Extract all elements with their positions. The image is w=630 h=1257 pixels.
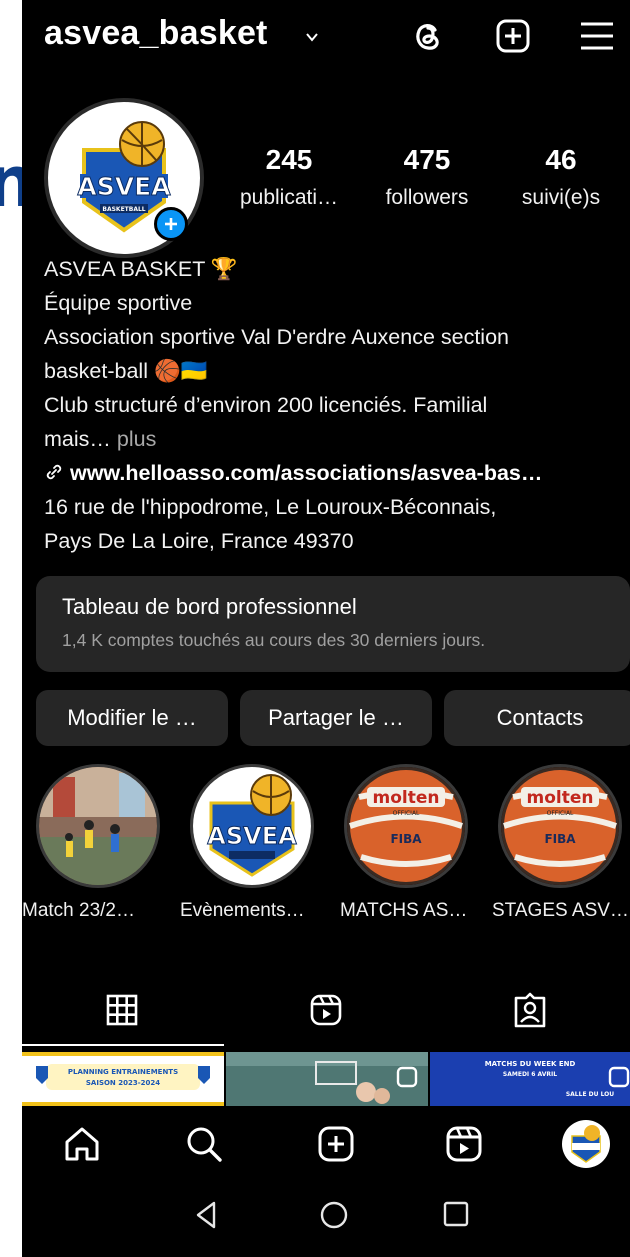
system-navigation-bar [22,1180,630,1257]
share-profile-button[interactable]: Partager le … [240,690,432,746]
background-letter: n [0,142,22,222]
profile-bio: ASVEA BASKET 🏆 Équipe sportive Associati… [44,252,624,558]
stat-posts[interactable]: 245 publicati… [230,143,348,213]
professional-dashboard[interactable]: Tableau de bord professionnel 1,4 K comp… [36,576,630,672]
link-icon [46,464,62,480]
ball-fiba: FIBA [390,832,422,846]
back-icon[interactable] [194,1200,218,1230]
followers-label: followers [385,186,469,209]
dashboard-subtitle: 1,4 K comptes touchés au cours des 30 de… [62,630,486,650]
threads-icon[interactable] [408,16,448,56]
profile-avatar[interactable] [562,1120,610,1168]
ball-official: OFFICIAL [547,810,574,817]
highlight-match[interactable] [36,764,160,888]
more-link[interactable]: plus [111,427,156,451]
profile-category: Équipe sportive [44,291,193,315]
bio-link-row[interactable]: www.helloasso.com/associations/asvea-bas… [44,456,624,490]
ball-brand: molten [373,788,440,808]
address-line: Pays De La Loire, France 49370 [44,529,354,553]
grid-post[interactable]: MATCHS DU WEEK END SAMEDI 6 AVRIL SALLE … [430,1052,630,1106]
highlight-label: MATCHS AS… [340,900,468,921]
stat-following[interactable]: 46 suivi(e)s [506,143,616,213]
basketball-image: molten OFFICIAL FIBA [501,767,619,885]
post-thumbnail [226,1052,428,1106]
website-link[interactable]: www.helloasso.com/associations/asvea-bas… [70,461,542,485]
post-text: PLANNING ENTRAINEMENTS [68,1068,178,1076]
home-icon[interactable] [60,1122,104,1166]
ball-fiba: FIBA [544,832,576,846]
grid-post[interactable]: PLANNING ENTRAINEMENTS SAISON 2023-2024 [22,1052,224,1106]
reels-icon[interactable] [442,1122,486,1166]
chevron-down-icon[interactable] [305,30,319,44]
logo-subtext: BASKETBALL [102,206,145,213]
grid-icon[interactable] [102,990,142,1030]
highlight-label: STAGES ASV… [492,900,629,921]
account-switcher[interactable]: asvea_basket [44,14,268,53]
asvea-logo: ASVEA [193,767,311,885]
bio-line: Club structuré d’environ 200 licenciés. … [44,393,488,417]
bio-line: Association sportive Val D'erdre Auxence… [44,325,510,349]
dashboard-title: Tableau de bord professionnel [62,594,357,619]
recents-icon[interactable] [442,1200,470,1228]
add-post-icon[interactable] [493,16,533,56]
highlight-label: Evènements… [180,900,305,921]
post-text: SALLE DU LOU [566,1091,614,1098]
create-icon[interactable] [314,1122,358,1166]
posts-count: 245 [265,144,313,175]
ball-brand: molten [527,788,594,808]
post-text: MATCHS DU WEEK END [485,1060,576,1068]
posts-label: publicati… [239,186,339,209]
contacts-button[interactable]: Contacts [444,690,630,746]
add-story-icon[interactable] [154,207,188,241]
bio-line: mais… [44,427,111,451]
logo-text: ASVEA [207,822,297,850]
match-photo [39,767,157,885]
highlight-stages[interactable]: molten OFFICIAL FIBA [498,764,622,888]
bio-line: basket-ball 🏀🇺🇦 [44,359,208,383]
followers-count: 475 [403,144,451,175]
bio-line-truncated: mais… plus [44,422,624,456]
home-circle-icon[interactable] [319,1200,349,1230]
following-label: suivi(e)s [521,186,601,209]
menu-icon[interactable] [577,16,617,56]
grid-post[interactable] [226,1052,428,1106]
highlight-events[interactable]: ASVEA [190,764,314,888]
profile-name: ASVEA BASKET 🏆 [44,257,238,281]
ball-official: OFFICIAL [393,810,420,817]
asvea-logo [571,1125,601,1163]
post-thumbnail: PLANNING ENTRAINEMENTS SAISON 2023-2024 [22,1052,224,1106]
highlight-label: Match 23/2… [22,900,135,921]
search-icon[interactable] [182,1122,226,1166]
address-line: 16 rue de l'hippodrome, Le Louroux-Bécon… [44,495,497,519]
post-thumbnail: MATCHS DU WEEK END SAMEDI 6 AVRIL SALLE … [430,1052,630,1106]
reels-icon[interactable] [306,990,346,1030]
logo-text: ASVEA [77,172,171,201]
stat-followers[interactable]: 475 followers [372,143,482,213]
active-tab-indicator [22,1044,224,1046]
basketball-image: molten OFFICIAL FIBA [347,767,465,885]
phone-screen: asvea_basket ASVEA BASKETBALL 245 public… [22,0,630,1257]
post-text: SAMEDI 6 AVRIL [503,1071,557,1078]
highlight-matchs[interactable]: molten OFFICIAL FIBA [344,764,468,888]
bottom-navigation [22,1106,630,1180]
top-bar: asvea_basket [22,0,630,80]
following-count: 46 [545,144,577,175]
post-text: SAISON 2023-2024 [86,1079,160,1087]
tagged-icon[interactable] [510,990,550,1030]
edit-profile-button[interactable]: Modifier le … [36,690,228,746]
